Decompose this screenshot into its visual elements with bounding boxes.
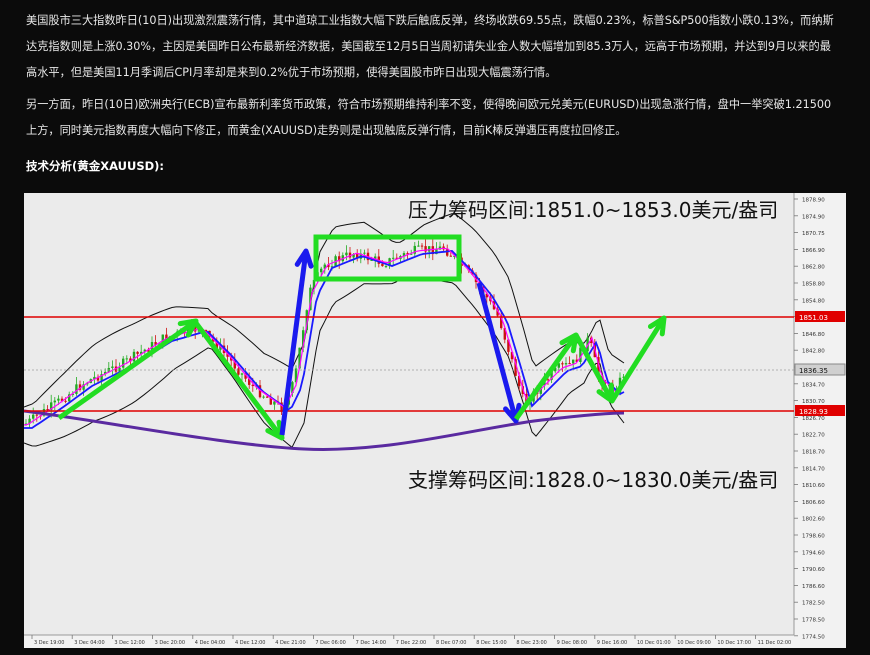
price-tick-label: 1786.60 (802, 584, 825, 590)
candle-body (384, 266, 388, 268)
candle-body (132, 351, 136, 362)
price-tick-label: 1802.60 (802, 517, 825, 523)
time-tick-label: 10 Dec 17:00 (717, 640, 751, 646)
price-tick-label: 1866.90 (802, 248, 825, 254)
time-tick-label: 9 Dec 08:00 (557, 640, 587, 646)
chart-canvas: 压力筹码区间:1851.0~1853.0美元/盎司 支撑筹码区间:1828.0~… (24, 193, 846, 648)
price-tick-label: 1830.70 (802, 399, 825, 405)
candle-body (64, 400, 67, 402)
current-price-tag: 1836.35 (794, 363, 846, 376)
time-tick-label: 3 Dec 19:00 (34, 640, 64, 646)
time-tick-label: 11 Dec 02:00 (758, 640, 792, 646)
svg-text:1851.03: 1851.03 (799, 314, 828, 322)
price-tick-label: 1790.60 (802, 567, 825, 573)
price-tick-label: 1826.70 (802, 416, 825, 422)
candle-body (32, 414, 35, 419)
price-tick-label: 1818.70 (802, 450, 825, 456)
candle-body (262, 396, 265, 398)
time-tick-label: 4 Dec 12:00 (235, 640, 265, 646)
time-tick-label: 7 Dec 22:00 (396, 640, 426, 646)
candle-body (417, 245, 420, 247)
candle-body (568, 363, 571, 365)
candle-body (125, 358, 128, 360)
candle-body (75, 384, 78, 394)
price-tick-label: 1874.90 (802, 214, 825, 220)
price-tick-label: 1854.80 (802, 298, 825, 304)
time-tick-label: 10 Dec 09:00 (677, 640, 711, 646)
time-tick-label: 7 Dec 06:00 (315, 640, 345, 646)
candle-body (111, 366, 114, 368)
paragraph-us-stocks: 美国股市三大指数昨日(10日)出现激烈震荡行情，其中道琼工业指数大幅下跌后触底反… (26, 14, 834, 79)
price-tick-label: 1858.80 (802, 282, 825, 288)
candle-body (251, 384, 254, 387)
time-tick-label: 8 Dec 15:00 (476, 640, 506, 646)
time-tick-label: 4 Dec 04:00 (195, 640, 225, 646)
price-tick-label: 1774.50 (802, 634, 825, 640)
time-tick-label: 8 Dec 07:00 (436, 640, 466, 646)
svg-text:1828.93: 1828.93 (799, 408, 828, 416)
support-zone-label: 支撑筹码区间:1828.0~1830.0美元/盎司 (408, 468, 778, 492)
candle-body (53, 400, 56, 403)
price-tick-label: 1810.60 (802, 483, 825, 489)
candle-body (392, 257, 395, 259)
candle-body (381, 263, 384, 267)
candle-body (449, 255, 452, 257)
price-tick-label: 1834.70 (802, 382, 825, 388)
candle-body (57, 398, 60, 401)
price-tick-label: 1822.70 (802, 433, 825, 439)
price-tick-label: 1794.60 (802, 550, 825, 556)
price-tick-label: 1870.75 (802, 231, 825, 237)
price-tick-label: 1842.80 (802, 349, 825, 355)
candle-body (240, 373, 244, 375)
candle-body (320, 268, 323, 273)
candle-body (428, 246, 431, 252)
time-tick-label: 4 Dec 21:00 (275, 640, 305, 646)
time-tick-label: 3 Dec 20:00 (155, 640, 185, 646)
candle-body (564, 363, 568, 365)
paragraph-ecb-gold: 另一方面，昨日(10日)欧洲央行(ECB)宣布最新利率货币政策，符合市场预期维持… (26, 98, 832, 137)
candle-body (35, 414, 38, 416)
candle-body (572, 359, 575, 364)
candle-body (363, 252, 366, 254)
candle-body (46, 409, 49, 411)
price-tick-label: 1782.50 (802, 601, 825, 607)
section-title-technical-analysis: 技术分析(黄金XAUUSD): (26, 159, 165, 173)
candle-body (237, 368, 240, 375)
time-tick-label: 3 Dec 12:00 (114, 640, 144, 646)
time-tick-label: 3 Dec 04:00 (74, 640, 104, 646)
price-tick-label: 1778.50 (802, 618, 825, 624)
candle-body (266, 396, 269, 398)
candle-body (122, 358, 125, 368)
time-tick-label: 10 Dec 01:00 (637, 640, 671, 646)
svg-text:1836.35: 1836.35 (799, 367, 828, 375)
gold-price-chart: 压力筹码区间:1851.0~1853.0美元/盎司 支撑筹码区间:1828.0~… (24, 193, 846, 648)
price-tick-label: 1798.60 (802, 534, 825, 540)
price-tick-label: 1806.60 (802, 500, 825, 506)
candle-body (561, 363, 564, 365)
candle-body (420, 245, 424, 247)
support-price-tag: 1828.93 (795, 405, 845, 416)
time-tick-label: 9 Dec 16:00 (597, 640, 627, 646)
price-tick-label: 1846.80 (802, 332, 825, 338)
candle-body (446, 249, 449, 256)
resistance-zone-label: 压力筹码区间:1851.0~1853.0美元/盎司 (408, 198, 778, 222)
resistance-price-tag: 1851.03 (795, 311, 845, 322)
candle-body (273, 401, 276, 405)
price-tick-label: 1814.70 (802, 466, 825, 472)
price-tick-label: 1862.80 (802, 265, 825, 271)
candle-body (345, 252, 348, 256)
candle-body (136, 351, 139, 354)
time-tick-label: 7 Dec 14:00 (356, 640, 386, 646)
price-tick-label: 1878.90 (802, 198, 825, 204)
time-tick-label: 8 Dec 23:00 (516, 640, 546, 646)
